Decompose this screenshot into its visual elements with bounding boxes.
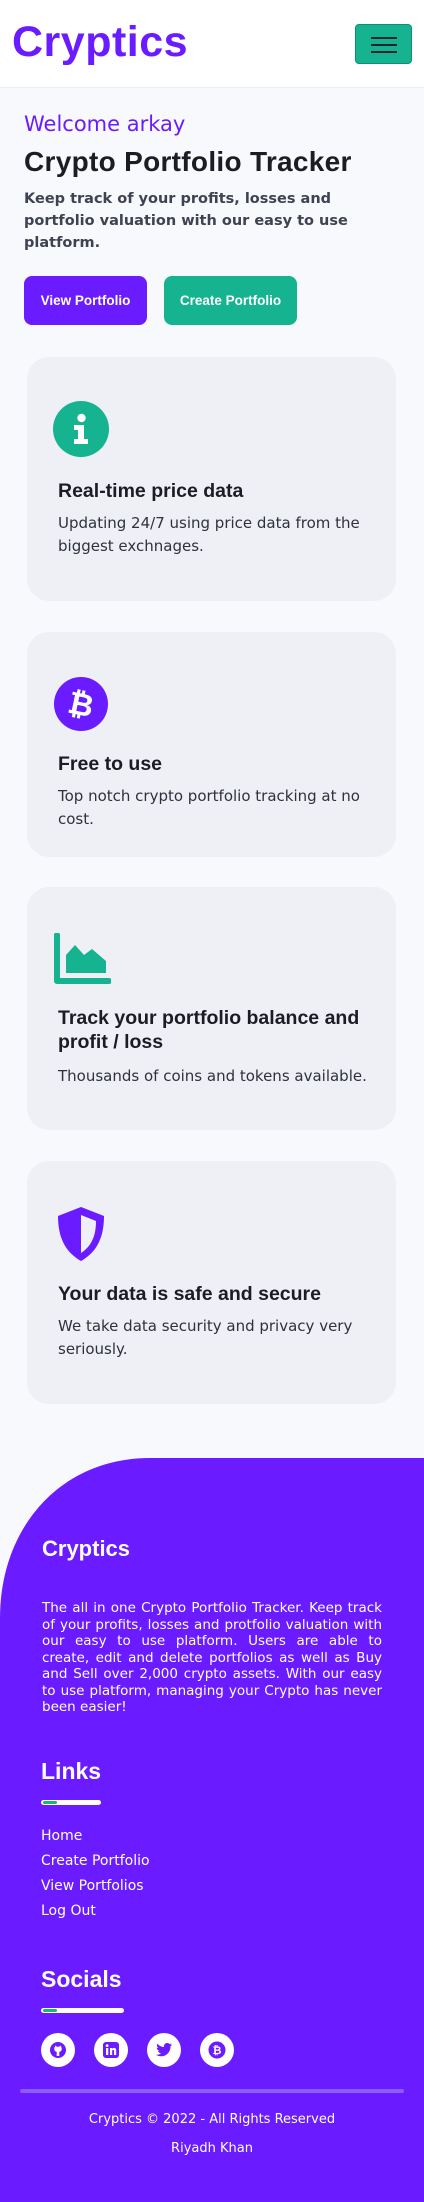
footer-link-view-portfolios[interactable]: View Portfolios [41,1876,150,1901]
github-icon[interactable] [41,2033,75,2067]
bitcoin-icon[interactable]: ₿ [200,2033,234,2067]
feature-description: Top notch crypto portfolio tracking at n… [58,787,360,828]
welcome-message: Welcome arkay [24,112,186,136]
feature-title: Real-time price data [58,480,244,502]
footer-divider [20,2089,404,2093]
footer-link-home[interactable]: Home [41,1826,150,1851]
view-portfolio-button[interactable]: View Portfolio [24,276,147,325]
create-portfolio-button[interactable]: Create Portfolio [164,276,297,325]
feature-title: Track your portfolio balance and profit … [58,1007,360,1053]
feature-description: We take data security and privacy very s… [58,1317,353,1358]
page-title: Crypto Portfolio Tracker [24,146,352,177]
feature-description: Thousands of coins and tokens available. [58,1067,367,1085]
feature-card-tracking: Track your portfolio balance and profit … [27,887,396,1130]
feature-title: Your data is safe and secure [58,1283,321,1305]
feature-card-realtime: Real-time price data Updating 24/7 using… [27,357,396,601]
hero-description: Keep track of your profits, losses and p… [24,191,348,251]
copyright-text: Cryptics © 2022 - All Rights Reserved [88,2112,336,2127]
footer-links: Home Create Portfolio View Portfolios Lo… [41,1826,150,1926]
footer-about: The all in one Crypto Portfolio Tracker.… [42,1600,382,1715]
twitter-icon[interactable] [147,2033,181,2067]
author-name: Riyadh Khan [171,2141,253,2156]
social-links: ₿ [41,2033,234,2067]
feature-card-security: Your data is safe and secure We take dat… [27,1161,396,1404]
socials-underline [41,2008,124,2013]
footer-link-log-out[interactable]: Log Out [41,1901,150,1926]
navbar: Cryptics [0,0,424,88]
feature-title: Free to use [58,753,163,775]
socials-heading: Socials [41,1966,122,1992]
shield-icon [55,1205,111,1261]
linkedin-icon[interactable] [94,2033,128,2067]
brand-logo[interactable]: Cryptics [12,18,188,67]
hero-section: Welcome arkay Crypto Portfolio Tracker K… [24,112,414,254]
svg-text:₿: ₿ [213,2044,222,2057]
feature-description: Updating 24/7 using price data from the … [58,514,360,555]
bitcoin-icon: ₿ [53,676,109,732]
footer-link-create-portfolio[interactable]: Create Portfolio [41,1851,150,1876]
feature-card-free: ₿ Free to use Top notch crypto portfolio… [27,632,396,857]
footer-brand: Cryptics [42,1536,131,1561]
info-icon [53,401,109,457]
links-heading: Links [41,1758,102,1784]
links-underline [41,1800,101,1805]
hamburger-menu-icon[interactable] [355,24,412,64]
area-chart-icon [53,932,112,989]
